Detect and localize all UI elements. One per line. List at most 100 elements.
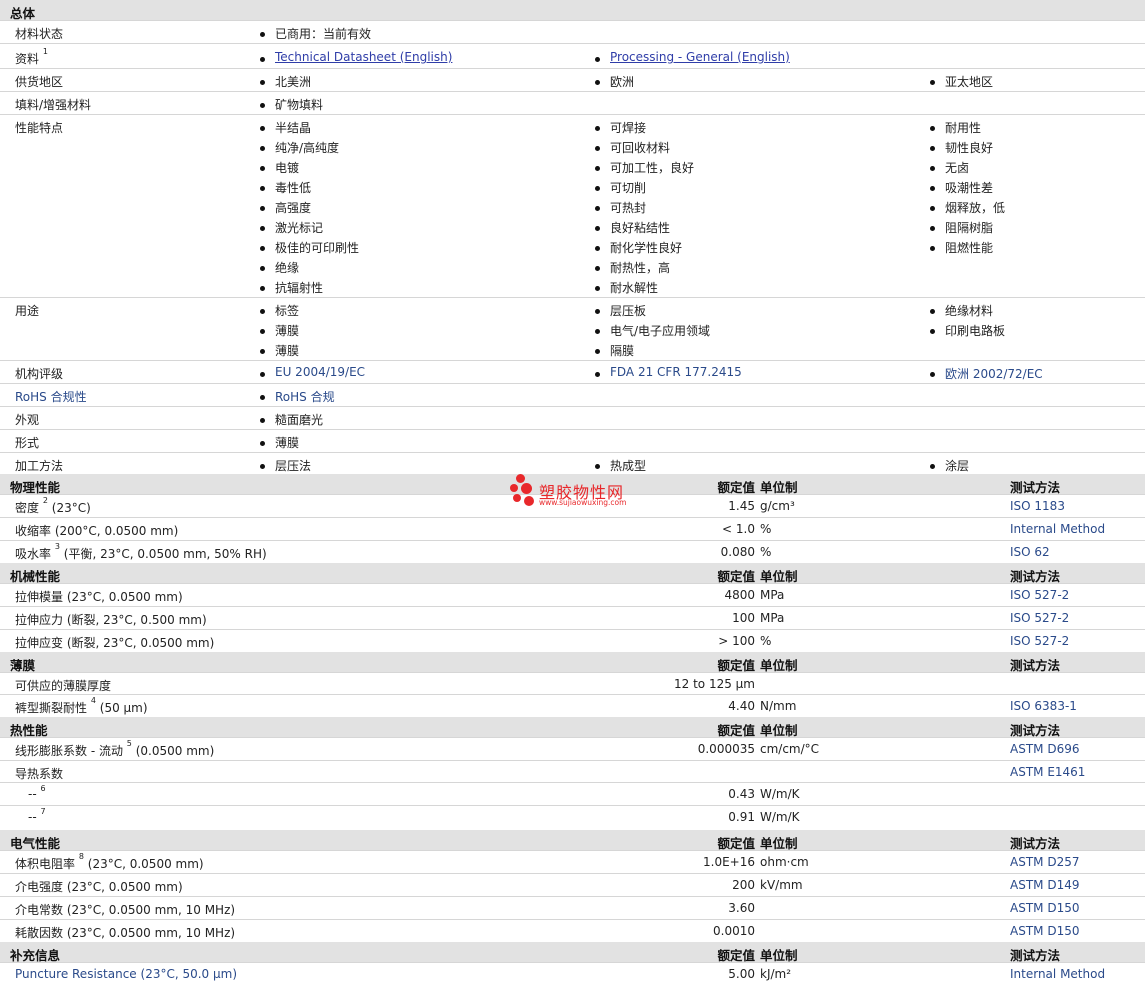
test-method: ISO 1183 (1010, 499, 1065, 513)
row-label: RoHS 合规性 (15, 390, 87, 404)
bullet-icon (260, 441, 265, 446)
bullet-icon (260, 103, 265, 108)
bullet-icon (595, 349, 600, 354)
property-value: 0.43 (728, 787, 755, 801)
property-unit: % (760, 522, 772, 536)
bullet-icon (595, 206, 600, 211)
bullet-icon (930, 246, 935, 251)
test-condition: (断裂, 23°C, 0.0500 mm) (66, 636, 215, 650)
property-row: 导热系数 ASTM E1461 (0, 760, 1145, 782)
bullet-icon (260, 329, 265, 334)
test-method: ASTM E1461 (1010, 765, 1086, 779)
row-filler: 填料/增强材料 矿物填料 (0, 91, 1145, 114)
bullet-icon (260, 266, 265, 271)
property-value: 5.00 (728, 967, 755, 981)
row-agency: 机构评级 EU 2004/19/EC FDA 21 CFR 177.2415 欧… (0, 360, 1145, 383)
row-documents: 资料 1 Technical Datasheet (English) Proce… (0, 43, 1145, 68)
property-row: 吸水率 3 (平衡, 23°C, 0.0500 mm, 50% RH) 0.080… (0, 540, 1145, 563)
property-row: 收缩率 (200°C, 0.0500 mm) < 1.0% Internal Met… (0, 517, 1145, 540)
bullet-icon (595, 372, 600, 377)
section-general: 总体 (0, 0, 1145, 21)
property-value: 4.40 (728, 699, 755, 713)
property-unit: kV/mm (760, 878, 803, 892)
row-label: 加工方法 (15, 459, 64, 473)
property-unit: ohm·cm (760, 855, 809, 869)
property-row: 介电强度 (23°C, 0.0500 mm) 200 kV/mm ASTM D149 (0, 873, 1145, 896)
property-name: 拉伸应力 (断裂, 23°C, 0.500 mm) (15, 613, 207, 627)
row-label: 材料状态 (15, 27, 64, 41)
bullet-icon (260, 186, 265, 191)
test-method: Internal Method (1010, 522, 1106, 536)
bullet-icon (260, 395, 265, 400)
property-name: 介电强度 (23°C, 0.0500 mm) (15, 880, 183, 894)
bullet-icon (930, 80, 935, 85)
property-value: 0.91 (728, 810, 755, 824)
bullet-icon (930, 226, 935, 231)
property-name: 体积电阻率 8 (23°C, 0.0500 mm) (15, 852, 204, 871)
test-method: ASTM D150 (1010, 924, 1080, 938)
test-method: ISO 527-2 (1010, 611, 1070, 625)
property-row: 介电常数 (23°C, 0.0500 mm, 10 MHz) 3.60 ASTM D… (0, 896, 1145, 919)
watermark-url: www.sujiaowuxing.com (539, 498, 627, 507)
footnote-ref: 4 (90, 696, 96, 705)
property-name: -- 7 (28, 807, 46, 824)
property-value: < 1.0 (722, 522, 755, 536)
bullet-icon (930, 146, 935, 151)
row-availability: 供货地区 北美洲 欧洲 亚太地区 (0, 68, 1145, 91)
section-electrical: 电气性能 额定值 单位制 测试方法 (0, 830, 1145, 851)
datasheet-link[interactable]: Technical Datasheet (English) (275, 50, 452, 64)
row-label: 用途 (15, 304, 40, 318)
bullet-icon (595, 309, 600, 314)
bullet-icon (260, 57, 265, 62)
bullet-icon (930, 126, 935, 131)
test-condition: (0.0500 mm) (135, 744, 215, 758)
property-name: 导热系数 (15, 767, 64, 781)
test-condition: (平衡, 23°C, 0.0500 mm, 50% RH) (63, 547, 267, 561)
property-unit: MPa (760, 588, 785, 602)
property-name: 吸水率 3 (平衡, 23°C, 0.0500 mm, 50% RH) (15, 542, 267, 561)
bullet-icon (930, 309, 935, 314)
property-value: 0.0010 (713, 924, 755, 938)
bullet-icon (595, 226, 600, 231)
test-method: ISO 62 (1010, 545, 1050, 559)
property-value: 200 (732, 878, 755, 892)
bullet-icon (260, 286, 265, 291)
property-name: 裤型撕裂耐性 4 (50 µm) (15, 696, 148, 715)
property-unit: W/m/K (760, 787, 800, 801)
bullet-icon (260, 206, 265, 211)
property-value: 100 (732, 611, 755, 625)
property-row: 耗散因数 (23°C, 0.0500 mm, 10 MHz) 0.0010 ASTM… (0, 919, 1145, 942)
row-label: 性能特点 (15, 121, 64, 135)
bullet-icon (595, 186, 600, 191)
bullet-icon (260, 226, 265, 231)
bullet-icon (595, 329, 600, 334)
property-name: 拉伸模量 (23°C, 0.0500 mm) (15, 590, 183, 604)
row-processing: 加工方法 层压法 热成型 涂层 (0, 452, 1145, 474)
row-label: 形式 (15, 436, 40, 450)
row-label: 资料 1 (15, 47, 48, 66)
bullet-icon (930, 166, 935, 171)
bullet-icon (260, 32, 265, 37)
footnote-ref: 2 (42, 496, 48, 505)
property-row: Puncture Resistance (23°C, 50.0 µm) 5.00 k… (0, 962, 1145, 984)
row-appearance: 外观 糙面磨光 (0, 406, 1145, 429)
property-unit: g/cm³ (760, 499, 795, 513)
test-condition: (23°C, 0.0500 mm, 10 MHz) (66, 903, 236, 917)
test-method: ASTM D149 (1010, 878, 1080, 892)
section-supplemental: 补充信息 额定值 单位制 测试方法 (0, 942, 1145, 963)
bullet-icon (930, 329, 935, 334)
property-value: > 100 (718, 634, 755, 648)
processing-link[interactable]: Processing - General (English) (610, 50, 790, 64)
row-material-status: 材料状态 已商用：当前有效 (0, 20, 1145, 43)
bullet-icon (595, 146, 600, 151)
bullet-icon (595, 80, 600, 85)
bullet-icon (930, 186, 935, 191)
test-method: ISO 6383-1 (1010, 699, 1077, 713)
bullet-icon (595, 126, 600, 131)
property-row: 拉伸应变 (断裂, 23°C, 0.0500 mm) > 100% ISO 527-… (0, 629, 1145, 652)
footnote-ref: 7 (40, 807, 46, 816)
test-method: ISO 527-2 (1010, 588, 1070, 602)
row-form: 形式 薄膜 (0, 429, 1145, 452)
bullet-icon (595, 286, 600, 291)
property-unit: MPa (760, 611, 785, 625)
